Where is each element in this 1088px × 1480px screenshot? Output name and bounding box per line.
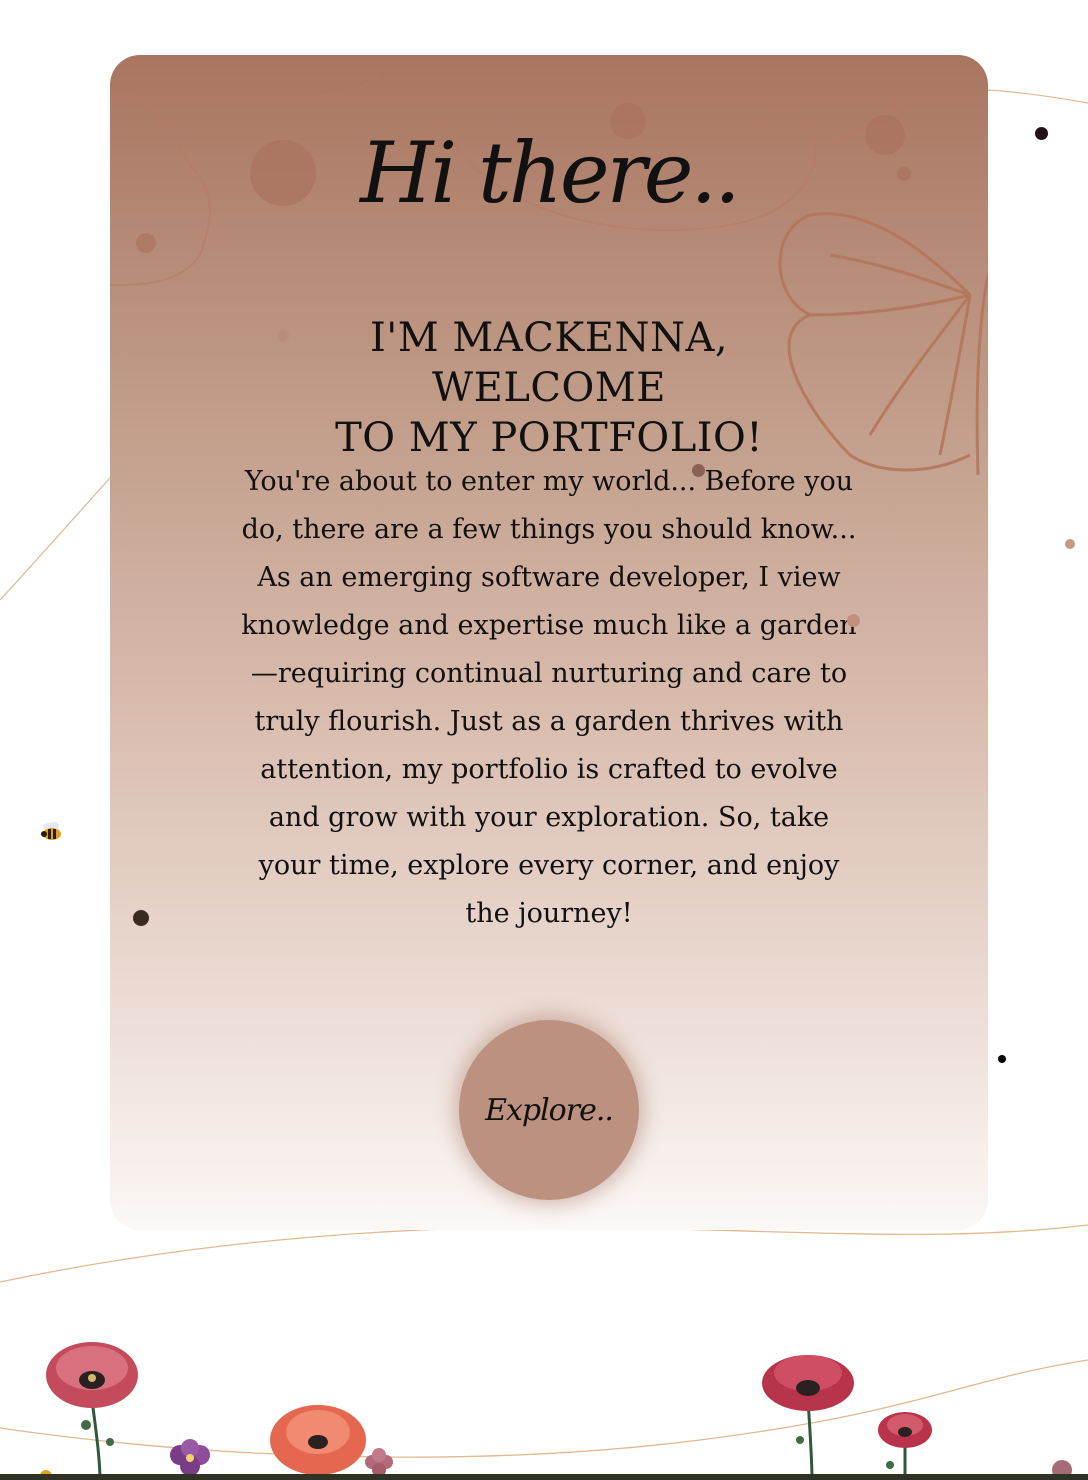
page-title: I'M MACKENNA, WELCOME TO MY PORTFOLIO!	[249, 313, 849, 463]
explore-button[interactable]: Explore..	[459, 1020, 639, 1200]
flower-meadow	[40, 1342, 1072, 1480]
greeting-title: Hi there..	[360, 124, 741, 222]
decorative-dot	[692, 464, 705, 477]
poppy-flower-icon	[270, 1405, 366, 1475]
headline-line-2: TO MY PORTFOLIO!	[335, 415, 763, 461]
decorative-dot	[277, 330, 289, 342]
poppy-flower-icon	[762, 1355, 854, 1411]
intro-paragraph: You're about to enter my world... Before…	[241, 466, 857, 929]
headline-line-1: I'M MACKENNA, WELCOME	[369, 315, 729, 411]
violet-flower-icon	[365, 1448, 393, 1477]
decorative-dot	[1065, 539, 1075, 549]
decorative-dot	[1035, 127, 1048, 140]
violet-flower-icon	[170, 1439, 210, 1476]
poppy-flower-icon	[878, 1412, 932, 1448]
poppy-flower-icon	[46, 1342, 138, 1408]
welcome-card: Hi there.. I'M MACKENNA, WELCOME TO MY P…	[110, 55, 988, 1230]
ground-strip	[0, 1474, 1088, 1480]
decorative-dot	[133, 910, 149, 926]
bee-icon	[41, 822, 61, 840]
decorative-dot	[847, 614, 860, 627]
decorative-dot	[998, 1055, 1006, 1063]
